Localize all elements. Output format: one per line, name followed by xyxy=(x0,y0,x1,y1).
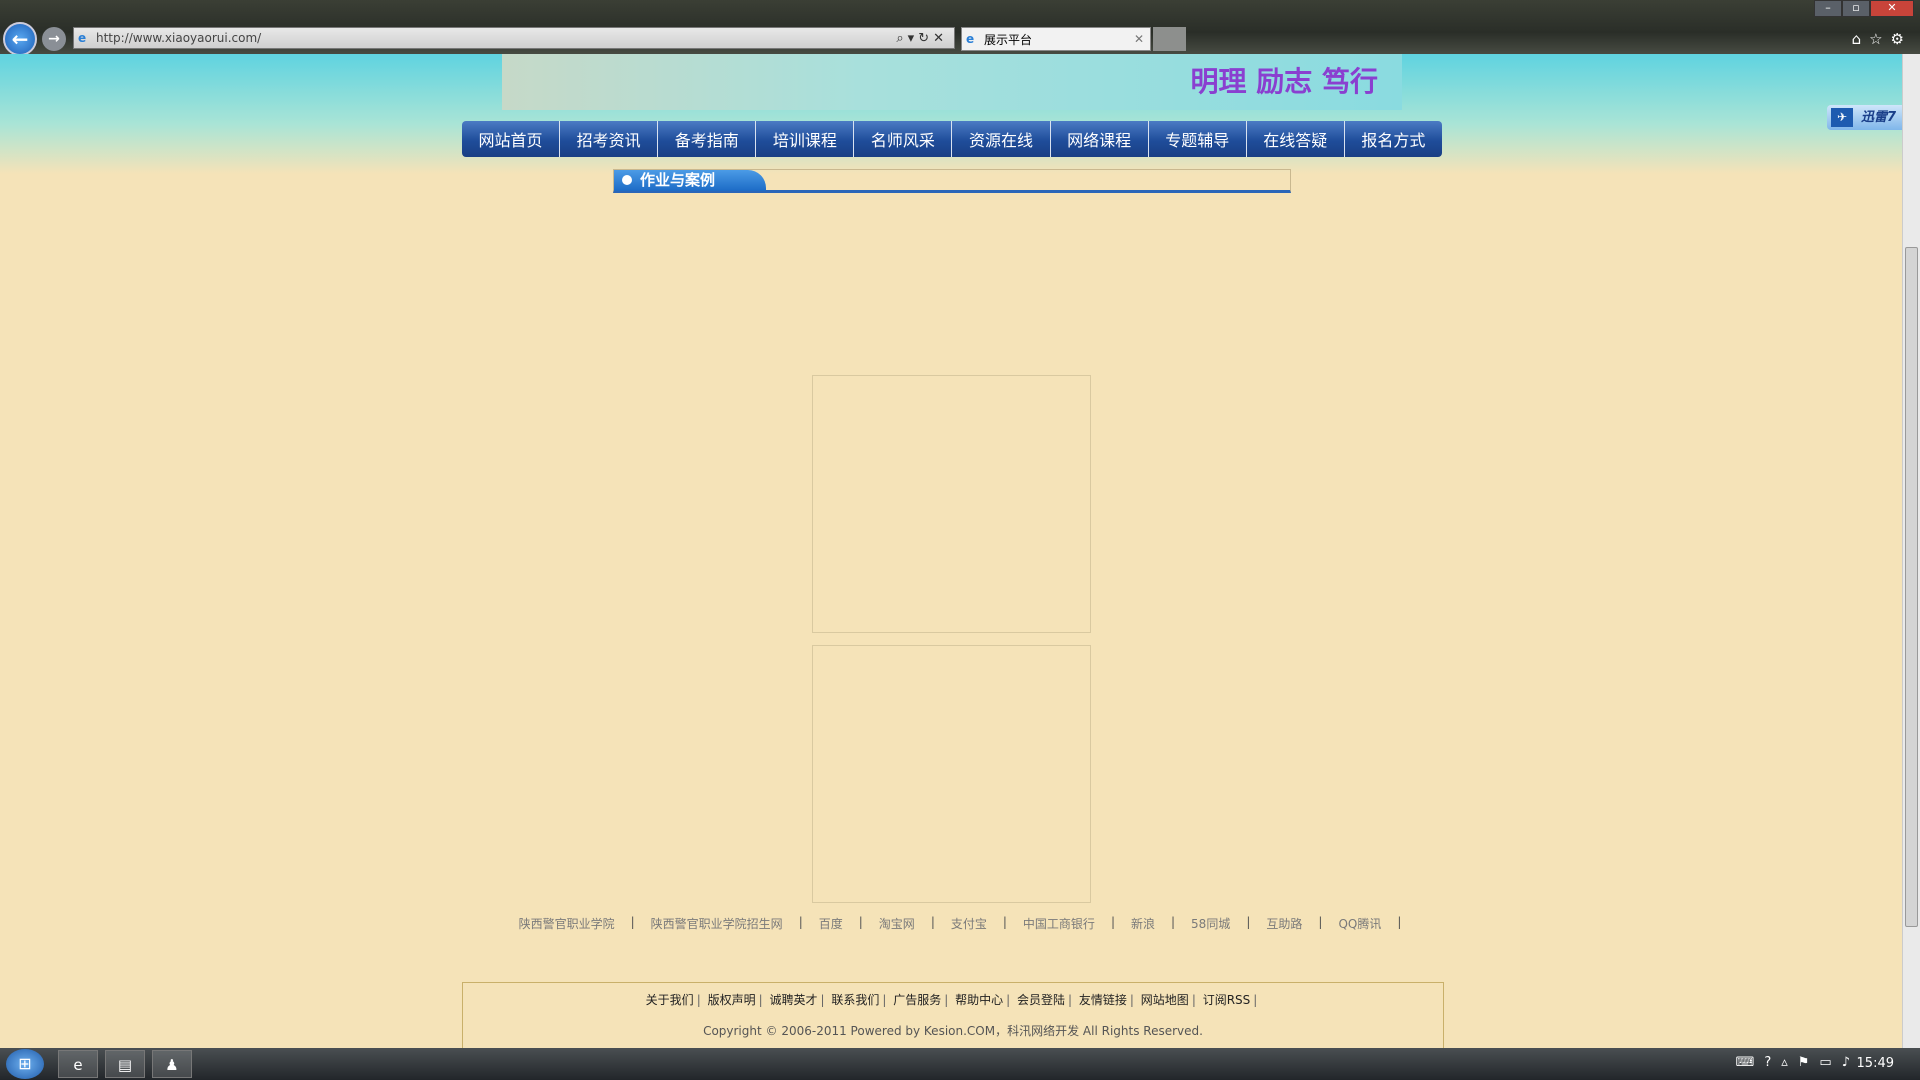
friend-link[interactable]: QQ腾讯 xyxy=(1322,915,1397,932)
footer-links: 关于我们 | 版权声明 | 诚聘英才 | 联系我们 | 广告服务 | 帮助中心 | 会员登陆… xyxy=(645,993,1258,1007)
taskbar-qq-icon[interactable]: ♟ xyxy=(152,1050,192,1078)
web-page: 明理 励志 笃行 网站首页 招考资讯 备考指南 培训课程 名师风采 资源在线 网… xyxy=(0,54,1905,1048)
friend-link[interactable]: 互助路 xyxy=(1250,915,1318,932)
friend-links: 陕西警官职业学院 | 陕西警官职业学院招生网 | 百度 | 淘宝网 | 支付宝 | 中国工… xyxy=(462,915,1442,932)
section-header: 作业与案例 xyxy=(613,169,1291,193)
system-tray-icons[interactable]: ⌨?▵⚑▭♪ xyxy=(1736,1055,1860,1070)
footer-link[interactable]: 会员登陆 xyxy=(1017,993,1065,1007)
content-box xyxy=(812,375,1091,633)
nav-item[interactable]: 培训课程 xyxy=(756,121,855,157)
url-text: http://www.xiaoyaorui.com/ xyxy=(96,31,262,45)
scrollbar-thumb[interactable] xyxy=(1905,247,1918,927)
copyright: Copyright © 2006-2011 Powered by Kesion.… xyxy=(703,1024,1203,1038)
nav-item[interactable]: 专题辅导 xyxy=(1149,121,1247,157)
nav-item[interactable]: 网站首页 xyxy=(462,121,561,157)
restore-button[interactable]: ▫ xyxy=(1842,0,1870,17)
nav-item[interactable]: 在线答疑 xyxy=(1247,121,1345,157)
footer-link[interactable]: 帮助中心 xyxy=(955,993,1003,1007)
browser-tab[interactable]: e 展示平台 ✕ xyxy=(961,27,1151,51)
xunlei-label: 迅雷7 xyxy=(1861,110,1897,125)
friend-link[interactable]: 陕西警官职业学院 xyxy=(503,915,631,932)
address-bar[interactable]: e http://www.xiaoyaorui.com/ ⌕▾↻✕ xyxy=(73,27,955,49)
vertical-scrollbar[interactable] xyxy=(1902,54,1920,1048)
footer-link[interactable]: 诚聘英才 xyxy=(769,993,817,1007)
footer-link[interactable]: 友情链接 xyxy=(1079,993,1127,1007)
clock: 15:49 xyxy=(1856,1056,1894,1071)
close-tab-icon[interactable]: ✕ xyxy=(1134,32,1144,46)
taskbar-ie-icon[interactable]: e xyxy=(58,1050,98,1078)
content-box xyxy=(812,645,1091,903)
ie-icon: e xyxy=(966,32,975,46)
nav-item[interactable]: 资源在线 xyxy=(952,121,1051,157)
minimize-button[interactable]: – xyxy=(1814,0,1842,17)
nav-item[interactable]: 名师风采 xyxy=(854,121,953,157)
nav-item[interactable]: 网络课程 xyxy=(1051,121,1149,157)
footer-link[interactable]: 广告服务 xyxy=(893,993,941,1007)
xunlei-icon: ✈ xyxy=(1831,108,1853,127)
nav-item[interactable]: 备考指南 xyxy=(658,121,757,157)
friend-link[interactable]: 陕西警官职业学院招生网 xyxy=(635,915,799,932)
footer-link[interactable]: 版权声明 xyxy=(708,993,756,1007)
taskbar-explorer-icon[interactable]: ▤ xyxy=(105,1050,145,1078)
tab-title: 展示平台 xyxy=(984,32,1033,47)
home-favorites-tools-icons[interactable]: ⌂☆⚙ xyxy=(1852,30,1912,48)
taskbar: ⊞ e ▤ ♟ ⌨?▵⚑▭♪ 15:49 xyxy=(0,1048,1920,1080)
friend-link[interactable]: 中国工商银行 xyxy=(1007,915,1111,932)
footer-link[interactable]: 关于我们 xyxy=(646,993,694,1007)
bullet-icon xyxy=(622,175,632,185)
ie-icon: e xyxy=(78,31,87,45)
start-button[interactable]: ⊞ xyxy=(6,1049,44,1079)
back-button[interactable]: ← xyxy=(3,22,37,56)
footer-link[interactable]: 网站地图 xyxy=(1141,993,1189,1007)
friend-link[interactable]: 淘宝网 xyxy=(863,915,931,932)
new-tab-button[interactable] xyxy=(1153,27,1186,51)
friend-link[interactable]: 新浪 xyxy=(1115,915,1171,932)
address-tools-icons[interactable]: ⌕▾↻✕ xyxy=(896,31,948,46)
main-nav: 网站首页 招考资讯 备考指南 培训课程 名师风采 资源在线 网络课程 专题辅导 … xyxy=(462,121,1442,157)
section-title: 作业与案例 xyxy=(640,171,716,189)
nav-item[interactable]: 报名方式 xyxy=(1345,121,1442,157)
footer-link[interactable]: 联系我们 xyxy=(831,993,879,1007)
browser-chrome: ← → e http://www.xiaoyaorui.com/ ⌕▾↻✕ e … xyxy=(0,0,1920,56)
nav-item[interactable]: 招考资讯 xyxy=(560,121,659,157)
slogan: 明理 励志 笃行 xyxy=(1190,65,1379,98)
close-window-button[interactable]: ✕ xyxy=(1870,0,1914,17)
footer-link[interactable]: 订阅RSS xyxy=(1203,993,1251,1007)
window-controls: – ▫ ✕ xyxy=(1814,0,1914,17)
friend-link[interactable]: 支付宝 xyxy=(935,915,1003,932)
header-banner: 明理 励志 笃行 xyxy=(502,54,1402,110)
friend-link[interactable]: 百度 xyxy=(803,915,859,932)
xunlei-button[interactable]: ✈ 迅雷7 xyxy=(1827,105,1905,130)
friend-link[interactable]: 58同城 xyxy=(1175,915,1246,932)
forward-button[interactable]: → xyxy=(42,27,66,51)
footer: 关于我们 | 版权声明 | 诚聘英才 | 联系我们 | 广告服务 | 帮助中心 | 会员登陆… xyxy=(462,982,1444,1048)
